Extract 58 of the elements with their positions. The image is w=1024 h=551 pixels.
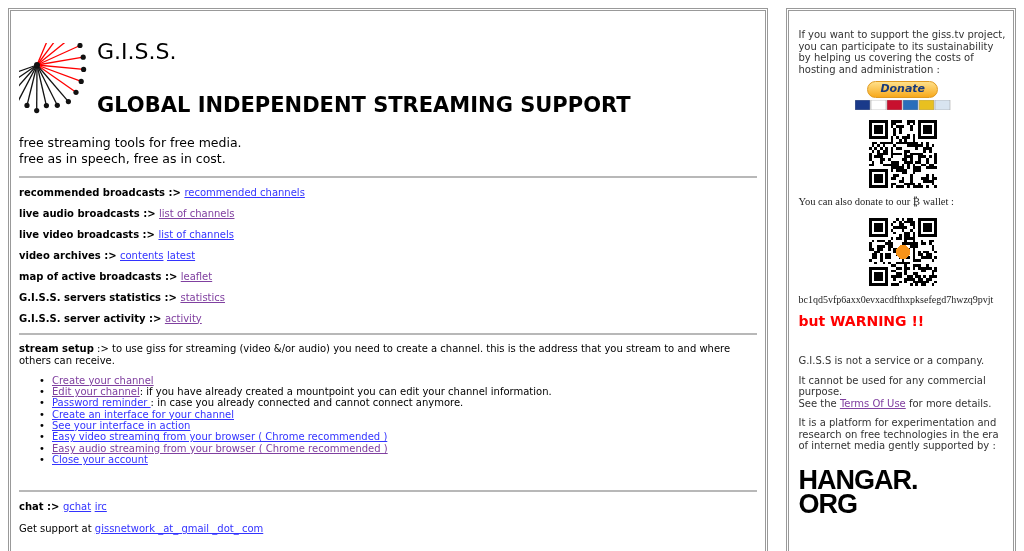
section-label: G.I.S.S. server activity :> [19, 312, 162, 324]
bitcoin-address: bc1qd5vfp6axx0evxacdfthxpksefegd7hwzq9pvjt [798, 293, 995, 306]
link[interactable]: irc [94, 500, 107, 512]
link[interactable]: Easy video streaming from your browser ( Chrome recommended ) [52, 431, 388, 443]
qr-code-icon [868, 119, 937, 188]
support-text: If you want to support the giss.tv project, you can participate to its sustainability by helping us covering the costs of hosting and administration : [798, 29, 1007, 75]
notice-text: for more details. [908, 397, 992, 409]
link[interactable]: Easy audio streaming from your browser ( Chrome recommended ) [52, 442, 388, 454]
chat-label: chat :> [19, 500, 60, 512]
link[interactable]: Password reminder [52, 397, 151, 409]
link[interactable]: list of channels [159, 207, 235, 219]
sponsor-logo: HANGAR. ORG [798, 467, 919, 517]
bullet: • [39, 454, 46, 466]
link[interactable]: Close your account [52, 454, 148, 466]
bullet: • [39, 408, 46, 421]
tagline-text: free streaming tools for free media. [19, 135, 243, 152]
notice-text: It is a platform for experimentation and research on free technologies in the era of internet media gently supported by : [798, 417, 1000, 452]
bullet: • [39, 442, 46, 455]
section-label: video archives :> [19, 249, 117, 261]
site-title: GLOBAL INDEPENDENT STREAMING SUPPORT [97, 95, 631, 116]
tagline-text: free as in speech, free as in cost. [19, 151, 227, 168]
link[interactable]: gissnetwork _at_ gmail _dot_ com [94, 522, 264, 534]
link[interactable]: Terms Of Use [839, 397, 906, 409]
link[interactable]: gchat [62, 500, 92, 512]
link[interactable]: See your interface in action [52, 420, 191, 432]
link[interactable]: Create an interface for your channel [52, 408, 234, 420]
bullet: • [39, 431, 46, 443]
section-label: G.I.S.S. servers statistics :> [19, 291, 177, 303]
site-short-name: G.I.S.S. [97, 41, 178, 63]
link[interactable]: latest [167, 249, 196, 261]
notice-text: G.I.S.S is not a service or a company. [798, 355, 986, 367]
link[interactable]: recommended channels [184, 186, 305, 198]
warning-text: but WARNING !! [798, 313, 926, 330]
bullet: • [39, 420, 46, 432]
bullet: • [39, 385, 46, 398]
support-text: Get support at [19, 522, 92, 534]
section-label: live video broadcasts :> [19, 228, 155, 240]
payment-cards-icon [854, 99, 951, 110]
link[interactable]: activity [164, 312, 202, 324]
bullet: • [39, 374, 46, 386]
section-label: live audio broadcasts :> [19, 207, 156, 219]
section-label: recommended broadcasts :> [19, 186, 181, 198]
bullet: • [39, 397, 46, 409]
notice-text: See the [798, 397, 837, 409]
bitcoin-text: You can also donate to our ₿ wallet : [798, 195, 955, 208]
link[interactable]: leaflet [180, 270, 213, 282]
link[interactable]: list of channels [158, 228, 234, 240]
link[interactable]: contents [120, 249, 164, 261]
link[interactable]: Create your channel [52, 374, 154, 386]
notice-text: It cannot be used for any commercial purpose. [798, 374, 987, 398]
section-label: map of active broadcasts :> [19, 270, 178, 282]
link[interactable]: Edit your channel [52, 385, 140, 397]
item-note: : in case you already connected and cannot connect anymore. [150, 397, 464, 409]
donate-button[interactable]: Donate [867, 81, 939, 98]
qr-code-icon [868, 217, 937, 286]
stream-setup-text: stream setup :> to use giss for streaming (video &/or audio) you need to create a channel. this is the address that you stream to and where others can receive. [19, 342, 732, 367]
item-note: : if you have already created a mountpoint you can edit your channel information. [139, 385, 552, 397]
link[interactable]: statistics [180, 291, 225, 303]
